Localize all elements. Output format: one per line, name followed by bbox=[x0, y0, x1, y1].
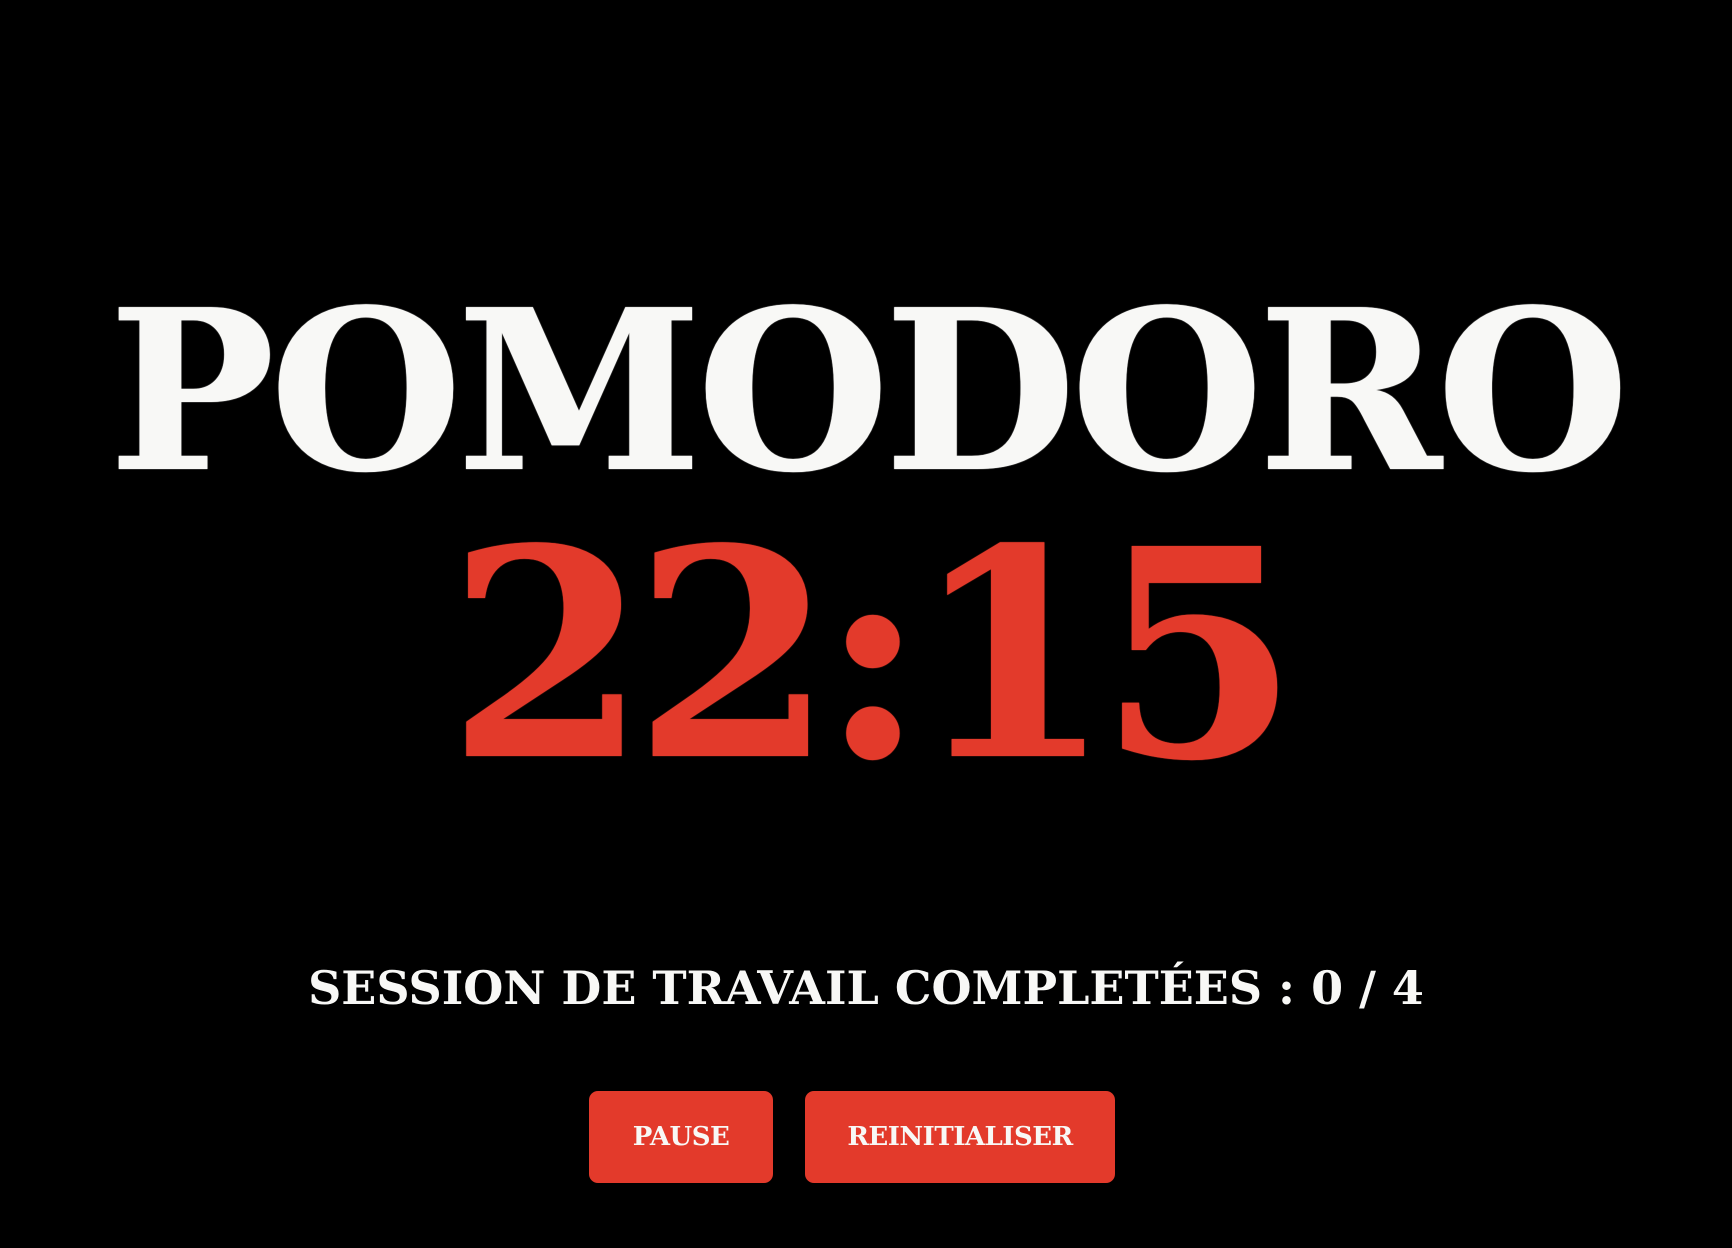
session-counter-label: SESSION DE TRAVAIL COMPLETÉES : bbox=[308, 961, 1296, 1015]
reset-button[interactable]: REINITIALISER bbox=[805, 1091, 1115, 1183]
pomodoro-app: POMODORO 22:15 SESSION DE TRAVAIL COMPLE… bbox=[0, 0, 1732, 1248]
session-counter: SESSION DE TRAVAIL COMPLETÉES : 0 / 4 bbox=[0, 955, 1732, 1021]
session-count-separator: / bbox=[1359, 961, 1376, 1015]
timer-display: 22:15 bbox=[447, 486, 1299, 824]
app-title: POMODORO bbox=[108, 261, 1629, 522]
session-total-count: 4 bbox=[1391, 961, 1424, 1015]
session-completed-count: 0 bbox=[1311, 961, 1344, 1015]
pause-button[interactable]: PAUSE bbox=[589, 1091, 773, 1183]
